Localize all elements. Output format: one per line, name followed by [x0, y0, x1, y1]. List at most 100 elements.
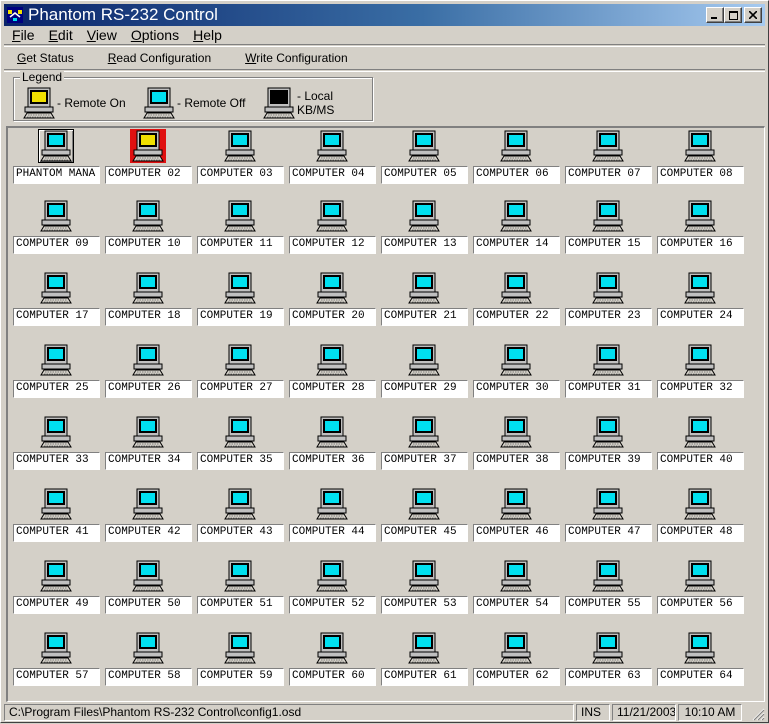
computer-name-field[interactable]: COMPUTER 25: [13, 380, 100, 398]
computer-name-field[interactable]: COMPUTER 26: [105, 380, 192, 398]
computer-remote-off-icon[interactable]: [130, 559, 166, 593]
computer-cell[interactable]: COMPUTER 34: [103, 415, 193, 470]
computer-cell[interactable]: COMPUTER 47: [563, 487, 653, 542]
computer-cell[interactable]: COMPUTER 28: [287, 343, 377, 398]
computer-name-field[interactable]: COMPUTER 36: [289, 452, 376, 470]
get-status-button[interactable]: Get Status: [4, 51, 87, 65]
computer-cell[interactable]: COMPUTER 07: [563, 129, 653, 184]
computer-name-field[interactable]: COMPUTER 42: [105, 524, 192, 542]
computer-remote-off-icon[interactable]: [222, 199, 258, 233]
computer-name-field[interactable]: COMPUTER 33: [13, 452, 100, 470]
computer-remote-off-icon[interactable]: [590, 559, 626, 593]
computer-remote-off-icon[interactable]: [682, 487, 718, 521]
computer-cell[interactable]: COMPUTER 61: [379, 631, 469, 686]
computer-remote-off-icon[interactable]: [130, 199, 166, 233]
computer-remote-off-icon[interactable]: [38, 631, 74, 665]
computer-cell[interactable]: COMPUTER 14: [471, 199, 561, 254]
computer-cell[interactable]: COMPUTER 03: [195, 129, 285, 184]
computer-remote-off-icon[interactable]: [406, 343, 442, 377]
computer-cell[interactable]: COMPUTER 56: [655, 559, 745, 614]
computer-remote-off-icon[interactable]: [130, 271, 166, 305]
computer-name-field[interactable]: COMPUTER 52: [289, 596, 376, 614]
computer-remote-off-icon[interactable]: [38, 199, 74, 233]
computer-name-field[interactable]: COMPUTER 44: [289, 524, 376, 542]
computer-remote-off-icon[interactable]: [590, 487, 626, 521]
computer-remote-off-icon[interactable]: [222, 271, 258, 305]
computer-cell[interactable]: COMPUTER 41: [11, 487, 101, 542]
computer-remote-off-icon[interactable]: [314, 415, 350, 449]
computer-name-field[interactable]: COMPUTER 19: [197, 308, 284, 326]
computer-cell[interactable]: COMPUTER 63: [563, 631, 653, 686]
computer-name-field[interactable]: COMPUTER 03: [197, 166, 284, 184]
computer-name-field[interactable]: COMPUTER 16: [657, 236, 744, 254]
computer-cell[interactable]: COMPUTER 51: [195, 559, 285, 614]
computer-remote-off-icon[interactable]: [130, 415, 166, 449]
computer-cell[interactable]: COMPUTER 29: [379, 343, 469, 398]
computer-cell[interactable]: COMPUTER 64: [655, 631, 745, 686]
computer-remote-off-icon[interactable]: [590, 343, 626, 377]
computer-name-field[interactable]: COMPUTER 05: [381, 166, 468, 184]
menu-options[interactable]: Options: [125, 27, 185, 43]
computer-name-field[interactable]: COMPUTER 18: [105, 308, 192, 326]
computer-remote-off-icon[interactable]: [314, 487, 350, 521]
computer-cell[interactable]: COMPUTER 36: [287, 415, 377, 470]
computer-name-field[interactable]: COMPUTER 30: [473, 380, 560, 398]
computer-name-field[interactable]: COMPUTER 39: [565, 452, 652, 470]
computer-remote-off-icon[interactable]: [314, 631, 350, 665]
computer-remote-off-icon[interactable]: [406, 631, 442, 665]
computer-cell[interactable]: COMPUTER 27: [195, 343, 285, 398]
computer-name-field[interactable]: COMPUTER 57: [13, 668, 100, 686]
computer-remote-off-icon[interactable]: [406, 271, 442, 305]
computer-remote-off-icon[interactable]: [682, 559, 718, 593]
computer-remote-off-icon[interactable]: [130, 343, 166, 377]
computer-remote-off-icon[interactable]: [498, 559, 534, 593]
maximize-button[interactable]: [724, 7, 742, 23]
computer-name-field[interactable]: COMPUTER 10: [105, 236, 192, 254]
computer-name-field[interactable]: COMPUTER 50: [105, 596, 192, 614]
computer-name-field[interactable]: COMPUTER 17: [13, 308, 100, 326]
computer-cell[interactable]: COMPUTER 22: [471, 271, 561, 326]
computer-name-field[interactable]: COMPUTER 59: [197, 668, 284, 686]
computer-remote-off-icon[interactable]: [314, 343, 350, 377]
computer-name-field[interactable]: COMPUTER 12: [289, 236, 376, 254]
computer-remote-off-icon[interactable]: [314, 129, 350, 163]
computer-remote-off-icon[interactable]: [406, 199, 442, 233]
computer-remote-off-icon[interactable]: [314, 559, 350, 593]
computer-remote-off-icon[interactable]: [498, 487, 534, 521]
computer-cell[interactable]: COMPUTER 44: [287, 487, 377, 542]
computer-remote-off-icon[interactable]: [498, 271, 534, 305]
computer-name-field[interactable]: COMPUTER 62: [473, 668, 560, 686]
menu-help[interactable]: Help: [187, 27, 228, 43]
computer-remote-off-icon[interactable]: [590, 271, 626, 305]
computer-cell[interactable]: COMPUTER 05: [379, 129, 469, 184]
computer-cell[interactable]: COMPUTER 43: [195, 487, 285, 542]
computer-cell[interactable]: COMPUTER 32: [655, 343, 745, 398]
computer-cell[interactable]: COMPUTER 52: [287, 559, 377, 614]
computer-cell[interactable]: COMPUTER 06: [471, 129, 561, 184]
title-bar[interactable]: Phantom RS-232 Control: [4, 4, 765, 26]
computer-remote-on-icon[interactable]: [130, 129, 166, 163]
computer-cell[interactable]: COMPUTER 45: [379, 487, 469, 542]
computer-name-field[interactable]: COMPUTER 20: [289, 308, 376, 326]
computer-name-field[interactable]: COMPUTER 49: [13, 596, 100, 614]
computer-name-field[interactable]: COMPUTER 53: [381, 596, 468, 614]
computer-cell[interactable]: COMPUTER 17: [11, 271, 101, 326]
menu-edit[interactable]: Edit: [43, 27, 79, 43]
minimize-button[interactable]: [706, 7, 724, 23]
computer-name-field[interactable]: COMPUTER 37: [381, 452, 468, 470]
computer-name-field[interactable]: COMPUTER 58: [105, 668, 192, 686]
computer-cell[interactable]: COMPUTER 53: [379, 559, 469, 614]
computer-remote-off-icon[interactable]: [682, 199, 718, 233]
computer-name-field[interactable]: COMPUTER 24: [657, 308, 744, 326]
computer-name-field[interactable]: COMPUTER 43: [197, 524, 284, 542]
computer-cell[interactable]: COMPUTER 49: [11, 559, 101, 614]
computer-remote-off-icon[interactable]: [682, 129, 718, 163]
computer-cell[interactable]: COMPUTER 18: [103, 271, 193, 326]
computer-remote-off-icon[interactable]: [222, 129, 258, 163]
computer-name-field[interactable]: COMPUTER 21: [381, 308, 468, 326]
computer-name-field[interactable]: COMPUTER 55: [565, 596, 652, 614]
computer-name-field[interactable]: COMPUTER 02: [105, 166, 192, 184]
computer-cell[interactable]: COMPUTER 60: [287, 631, 377, 686]
computer-remote-off-icon[interactable]: [590, 415, 626, 449]
computer-cell[interactable]: COMPUTER 15: [563, 199, 653, 254]
